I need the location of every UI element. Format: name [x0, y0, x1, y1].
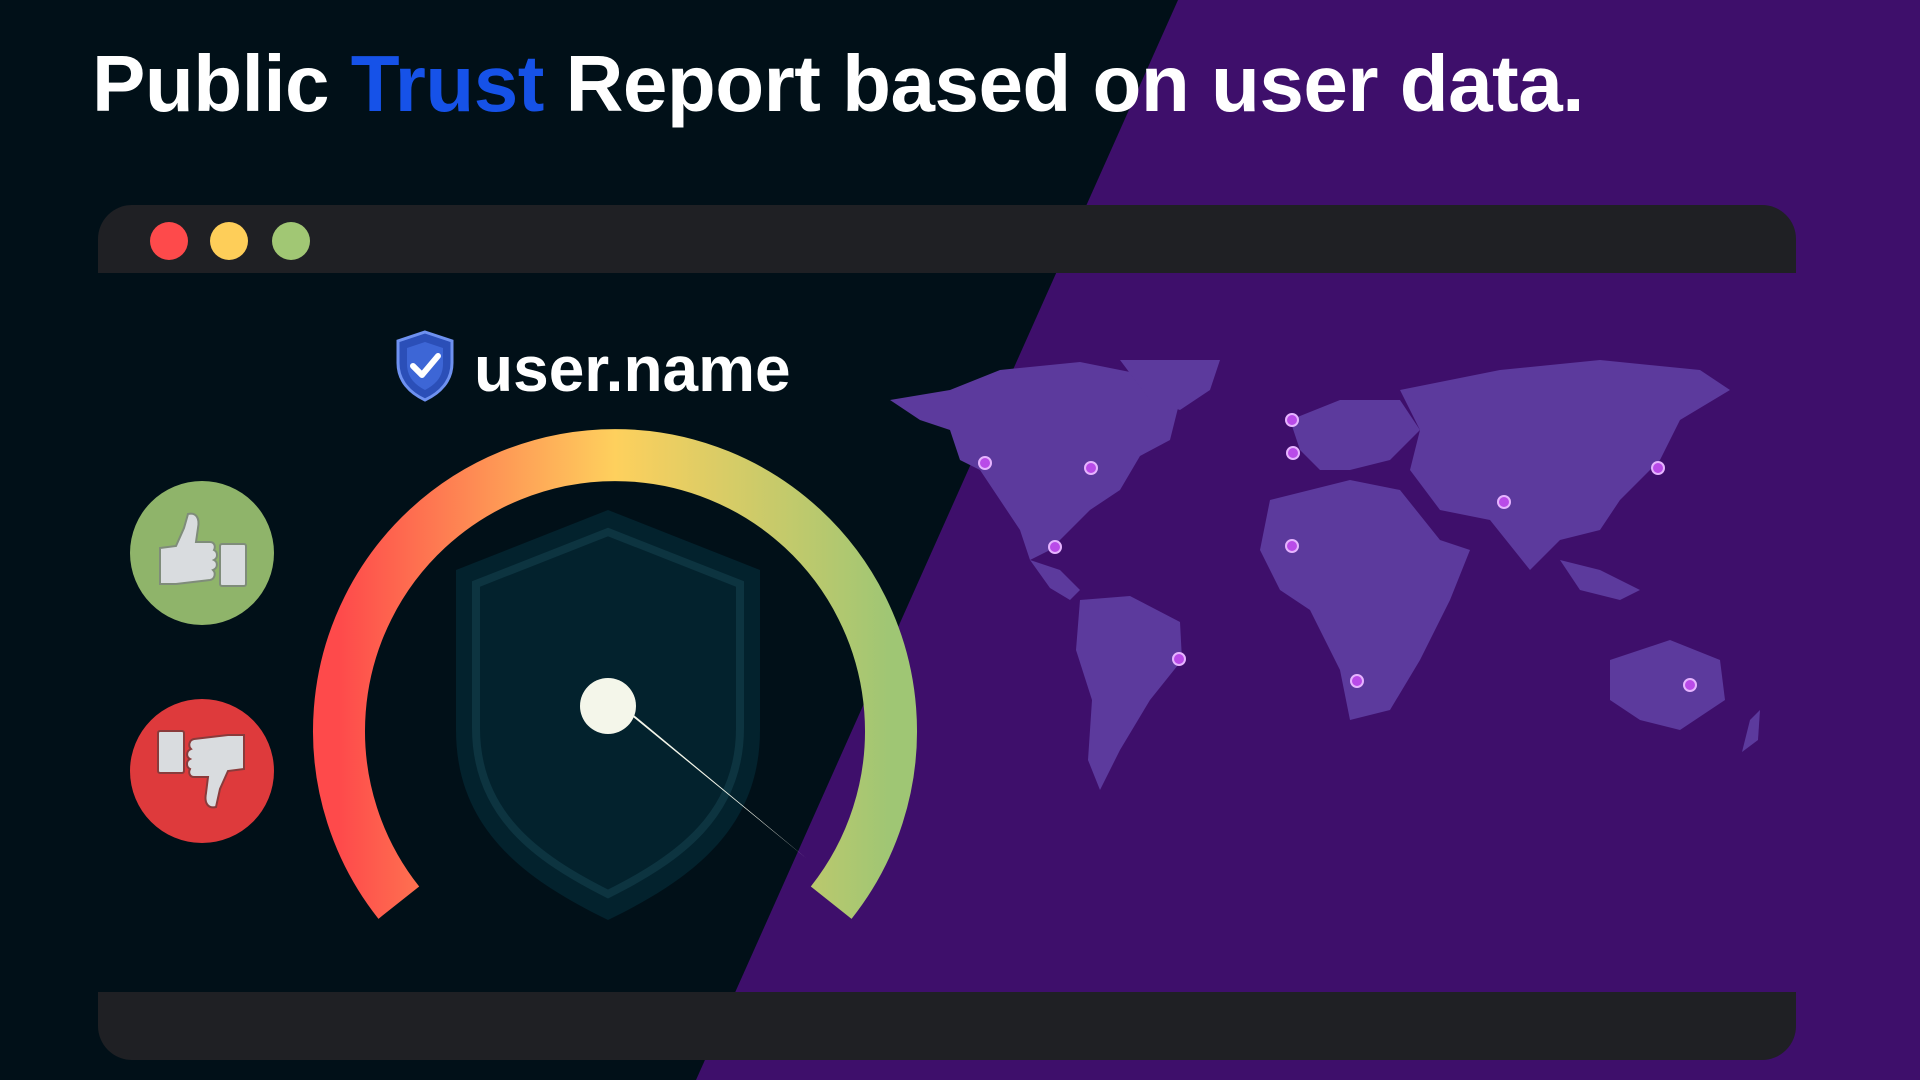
close-window-dot[interactable]	[150, 222, 188, 260]
map-central-america	[1030, 560, 1080, 600]
page-headline: Public Trust Report based on user data.	[92, 38, 1584, 130]
user-name: user.name	[474, 332, 791, 405]
world-map-icon	[890, 360, 1760, 790]
headline-highlight: Trust	[350, 39, 545, 128]
map-pin	[1651, 461, 1665, 475]
browser-title-bar	[98, 205, 1796, 273]
map-africa	[1260, 480, 1470, 720]
map-asia	[1400, 360, 1730, 570]
thumbs-down-icon	[157, 730, 245, 809]
map-southeast-asia	[1560, 560, 1640, 600]
map-new-zealand	[1742, 710, 1760, 752]
trust-gauge	[313, 429, 917, 920]
map-pin	[978, 456, 992, 470]
map-pin	[1084, 461, 1098, 475]
user-header: user.name	[394, 330, 791, 407]
map-europe	[1290, 400, 1420, 470]
browser-footer-bar	[98, 992, 1796, 1060]
thumbs-up-icon	[159, 512, 247, 587]
map-pin	[1286, 446, 1300, 460]
map-australia	[1610, 640, 1725, 730]
map-pin	[1683, 678, 1697, 692]
thumbs-up-button[interactable]	[130, 481, 274, 625]
headline-end: Report based on user data.	[543, 39, 1585, 128]
map-pin	[1172, 652, 1186, 666]
minimize-window-dot[interactable]	[210, 222, 248, 260]
map-pin	[1350, 674, 1364, 688]
map-pin	[1285, 413, 1299, 427]
maximize-window-dot[interactable]	[272, 222, 310, 260]
headline-start: Public	[92, 39, 351, 128]
map-pin	[1048, 540, 1062, 554]
map-pin	[1497, 495, 1511, 509]
map-pin	[1285, 539, 1299, 553]
map-north-america	[890, 362, 1180, 560]
thumbs-down-button[interactable]	[130, 699, 274, 843]
map-south-america	[1076, 596, 1182, 790]
verified-shield-icon	[394, 330, 456, 407]
